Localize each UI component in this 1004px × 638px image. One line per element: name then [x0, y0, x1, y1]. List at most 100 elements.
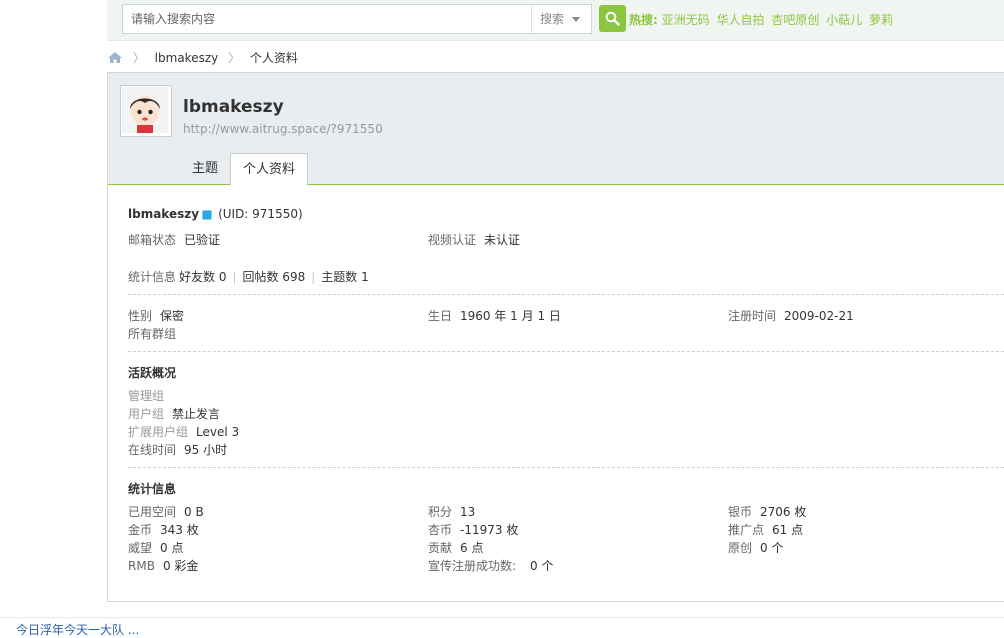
footer-strip: [0, 617, 1004, 628]
video-status-value: 未认证: [484, 233, 521, 247]
video-status-label: 视频认证: [428, 233, 477, 247]
gender-row: 性别 保密: [128, 307, 184, 324]
hot-search-link[interactable]: 华人自拍: [716, 13, 764, 27]
tab-topics[interactable]: 主题: [180, 153, 230, 183]
profile-header: lbmakeszy http://www.aitrug.space/?97155…: [108, 73, 1004, 186]
register-label: 注册时间: [728, 309, 777, 323]
online-time-label: 在线时间: [128, 443, 177, 457]
info-username: lbmakeszy: [128, 207, 200, 221]
stat-item: 宣传注册成功数: 0 个: [428, 557, 554, 574]
register-value: 2009-02-21: [784, 309, 854, 323]
breadcrumb-current: 个人资料: [249, 51, 298, 65]
search-type-label: 搜索: [540, 12, 565, 26]
statistics-title: 统计信息: [128, 482, 177, 496]
stat-label: 金币: [128, 523, 153, 537]
stat-label: 银币: [728, 505, 753, 519]
stat-label: 杏币: [428, 523, 453, 537]
stat-item: 积分 13: [428, 503, 475, 520]
chevron-down-icon: [572, 17, 580, 22]
ext-group-value: Level 3: [196, 425, 240, 439]
profile-username: lbmakeszy: [183, 97, 284, 117]
stat-value: -11973 枚: [460, 523, 519, 537]
stat-label: 贡献: [428, 541, 453, 555]
stat-label: 宣传注册成功数:: [428, 559, 517, 573]
stat-item: RMB 0 彩金: [128, 557, 198, 574]
birthday-label: 生日: [428, 309, 453, 323]
stat-item: 金币 343 枚: [128, 521, 199, 538]
home-icon[interactable]: [107, 51, 123, 67]
stat-label: 原创: [728, 541, 753, 555]
video-status: 视频认证 未认证: [428, 231, 520, 248]
hot-search-label: 热搜:: [629, 13, 658, 27]
stat-label: 推广点: [728, 523, 765, 537]
ext-group-label: 扩展用户组: [128, 425, 189, 439]
stat-label: 威望: [128, 541, 153, 555]
stat-value: 6 点: [460, 541, 484, 555]
stat-value: 343 枚: [160, 523, 199, 537]
hot-search-link[interactable]: 萝莉: [869, 13, 893, 27]
stat-value: 0 点: [160, 541, 184, 555]
breadcrumb-user-link[interactable]: lbmakeszy: [155, 51, 219, 65]
search-box: 搜索: [122, 4, 592, 34]
stat-item: 已用空间 0 B: [128, 503, 204, 520]
email-status-label: 邮箱状态: [128, 233, 177, 247]
stat-label: 已用空间: [128, 505, 177, 519]
search-input[interactable]: [131, 11, 526, 27]
breadcrumb-separator: 〉: [228, 51, 241, 65]
birthday-row: 生日 1960 年 1 月 1 日: [428, 307, 561, 324]
section-divider: [128, 351, 1004, 352]
activity-title: 活跃概况: [128, 366, 177, 380]
hot-searches: 热搜: 亚洲无码 华人自拍 杏吧原创 小萜儿 萝莉: [629, 11, 896, 28]
profile-tabs: 主题 个人资料: [180, 153, 309, 186]
stat-item: 原创 0 个: [728, 539, 783, 556]
section-divider: [128, 467, 1004, 468]
friends-count-link[interactable]: 好友数 0: [179, 270, 226, 284]
stat-item: 杏币 -11973 枚: [428, 521, 518, 538]
hot-search-link[interactable]: 杏吧原创: [771, 13, 819, 27]
top-search-bar: 搜索 热搜: 亚洲无码 华人自拍 杏吧原创 小萜儿 萝莉: [107, 0, 1004, 41]
hot-search-link[interactable]: 小萜儿: [826, 13, 862, 27]
stat-item: 银币 2706 枚: [728, 503, 806, 520]
stats-summary: 统计信息 好友数 0 | 回帖数 698 | 主题数 1: [128, 268, 369, 285]
section-divider: [128, 294, 1004, 295]
stat-value: 61 点: [772, 523, 804, 537]
stat-item: 威望 0 点: [128, 539, 183, 556]
topics-count-link[interactable]: 主题数 1: [321, 270, 368, 284]
admin-group-label: 管理组: [128, 389, 165, 403]
register-row: 注册时间 2009-02-21: [728, 307, 854, 324]
stats-separator: |: [232, 270, 237, 284]
stat-label: RMB: [128, 559, 155, 573]
stat-value: 0 个: [530, 559, 554, 573]
email-status-value: 已验证: [184, 233, 221, 247]
gender-label: 性别: [128, 309, 153, 323]
stat-value: 0 B: [184, 505, 204, 519]
replies-count-link[interactable]: 回帖数 698: [243, 270, 306, 284]
user-group-row: 用户组 禁止发言: [128, 405, 220, 422]
stat-item: 贡献 6 点: [428, 539, 483, 556]
name-row: lbmakeszy (UID: 971550): [128, 207, 303, 221]
user-group-label: 用户组: [128, 407, 165, 421]
breadcrumb: 〉 lbmakeszy 〉 个人资料: [107, 49, 298, 65]
hot-search-link[interactable]: 亚洲无码: [662, 13, 710, 27]
user-group-value: 禁止发言: [172, 407, 221, 421]
search-icon: [605, 11, 620, 26]
ext-group-row: 扩展用户组 Level 3: [128, 423, 239, 440]
profile-url[interactable]: http://www.aitrug.space/?971550: [183, 122, 383, 136]
search-type-select[interactable]: 搜索: [531, 5, 590, 33]
search-button[interactable]: [599, 5, 626, 32]
online-status-icon: [202, 209, 213, 220]
stat-item: 推广点 61 点: [728, 521, 803, 538]
stats-summary-label: 统计信息: [128, 270, 177, 284]
groups-label: 所有群组: [128, 327, 177, 341]
stats-separator: |: [311, 270, 316, 284]
stat-value: 0 个: [760, 541, 784, 555]
footer-text[interactable]: 今日浮年今天一大队 ...: [16, 621, 139, 638]
stat-value: 0 彩金: [162, 559, 199, 573]
avatar[interactable]: [120, 85, 172, 137]
stat-value: 13: [460, 505, 476, 519]
profile-card: lbmakeszy http://www.aitrug.space/?97155…: [107, 72, 1004, 602]
online-time-row: 在线时间 95 小时: [128, 441, 227, 458]
tab-profile[interactable]: 个人资料: [230, 153, 309, 186]
breadcrumb-separator: 〉: [132, 51, 145, 65]
online-time-value: 95 小时: [184, 443, 228, 457]
